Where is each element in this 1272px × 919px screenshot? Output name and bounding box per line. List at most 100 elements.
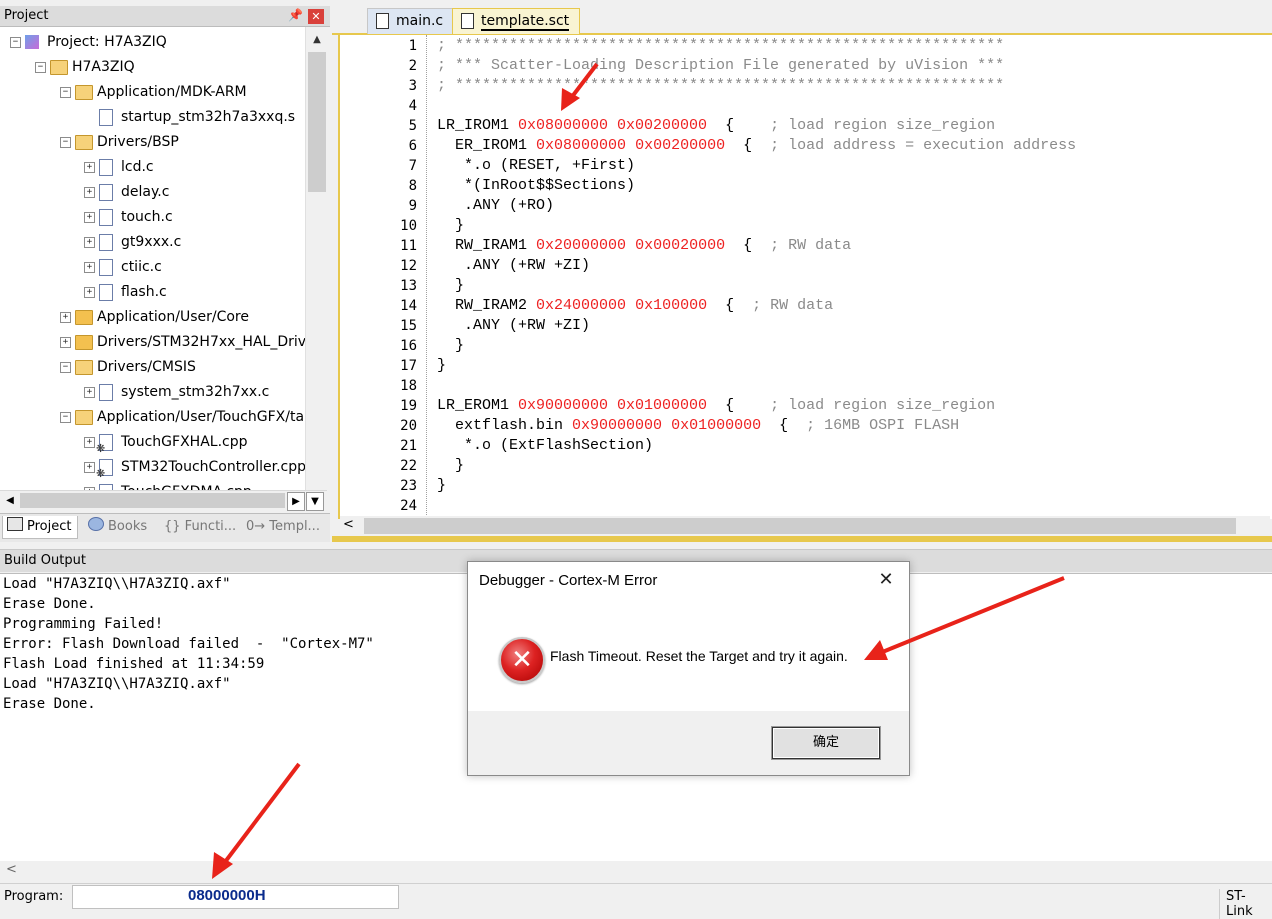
code-token: .ANY (+RO) — [437, 197, 555, 214]
hex-literal: 0x00020000 — [635, 237, 726, 254]
tree-item-label: H7A3ZIQ — [72, 59, 135, 75]
tree-item[interactable]: − Application/User/TouchGFX/ta — [0, 406, 305, 428]
expand-icon[interactable]: + — [60, 312, 71, 323]
line-number: 18 — [400, 378, 417, 394]
tab-books[interactable]: Books — [84, 516, 154, 538]
file-icon — [99, 184, 113, 201]
code-editor[interactable]: 1 2 3 4 5 6 7 8 9 10 11 12 13 14 15 16 17 18 19 20 21 22 23 24 … — [338, 35, 1272, 519]
scroll-down-icon[interactable]: ▼ — [306, 492, 324, 511]
collapse-icon[interactable]: − — [60, 412, 71, 423]
close-icon[interactable]: ✕ — [872, 568, 900, 592]
code-line: *(InRoot$$Sections) — [437, 177, 635, 194]
tree-item[interactable]: startup_stm32h7a3xxq.s — [0, 106, 305, 128]
editor-horizontal-scrollbar[interactable]: < — [340, 516, 1270, 536]
tree-item[interactable]: + system_stm32h7xx.c — [0, 381, 305, 403]
project-tree-vertical-scrollbar[interactable]: ▲ — [305, 27, 328, 490]
expand-icon[interactable]: + — [84, 162, 95, 173]
code-line: .ANY (+RW +ZI) — [437, 317, 590, 334]
code-line: *.o (ExtFlashSection) — [437, 437, 653, 454]
tab-main-c[interactable]: main.c — [367, 8, 455, 34]
folder-icon — [75, 335, 93, 350]
tab-template-sct[interactable]: template.sct — [452, 8, 581, 34]
tree-item[interactable]: + Application/User/Core — [0, 306, 305, 328]
tree-item-label: delay.c — [121, 184, 170, 200]
expand-icon[interactable]: + — [84, 262, 95, 273]
file-icon — [99, 284, 113, 301]
build-output-title: Build Output — [4, 553, 86, 568]
expand-icon[interactable]: + — [60, 337, 71, 348]
close-icon[interactable]: ✕ — [308, 9, 324, 24]
code-token: } — [437, 477, 447, 494]
tree-item-label: STM32TouchController.cpp — [121, 459, 305, 475]
tree-item[interactable]: − H7A3ZIQ — [0, 56, 305, 78]
code-line: ; *** Scatter-Loading Description File g… — [437, 57, 1004, 74]
expand-icon[interactable]: + — [84, 437, 95, 448]
program-label: Program: — [4, 889, 64, 904]
debugger-label: ST-Link — [1219, 889, 1272, 919]
collapse-icon[interactable]: − — [35, 62, 46, 73]
folder-open-icon — [75, 85, 93, 100]
line-number: 11 — [400, 238, 417, 254]
build-output-line: Flash Load finished at 11:34:59 — [3, 656, 265, 672]
project-tree-horizontal-scrollbar[interactable]: ◀ ▶ ▼ — [0, 490, 327, 511]
expand-icon[interactable]: + — [84, 287, 95, 298]
hex-literal: 0x00200000 — [635, 137, 726, 154]
tree-item[interactable]: + TouchGFXHAL.cpp — [0, 431, 305, 460]
tree-item[interactable]: + lcd.c — [0, 156, 305, 178]
tree-item[interactable]: − Application/MDK-ARM — [0, 81, 305, 103]
build-output-horizontal-scrollbar[interactable]: < — [0, 861, 1272, 881]
build-output-line: Erase Done. — [3, 696, 96, 712]
code-comment: ; load region size_region — [770, 117, 996, 134]
collapse-icon[interactable]: − — [60, 137, 71, 148]
expand-icon[interactable]: + — [84, 462, 95, 473]
scroll-right-icon[interactable]: ▶ — [287, 492, 305, 511]
code-comment: ; load region size_region — [770, 397, 996, 414]
code-token: extflash.bin — [437, 417, 573, 434]
tree-item[interactable]: + delay.c — [0, 181, 305, 203]
tree-item[interactable]: + Drivers/STM32H7xx_HAL_Drive — [0, 331, 305, 353]
tree-item[interactable]: + ctiic.c — [0, 256, 305, 278]
scroll-left-icon[interactable]: < — [6, 862, 17, 877]
ok-button[interactable]: 确定 — [772, 727, 880, 759]
tab-project[interactable]: Project — [2, 516, 78, 539]
tree-item[interactable]: + STM32TouchController.cpp — [0, 456, 305, 485]
line-number: 1 — [408, 38, 417, 54]
pin-icon[interactable]: 📌 — [288, 8, 303, 22]
code-line: } — [437, 277, 464, 294]
tree-item[interactable]: +TouchGFXDMA.cpp — [0, 481, 305, 490]
collapse-icon[interactable]: − — [60, 87, 71, 98]
expand-icon[interactable]: + — [84, 237, 95, 248]
tab-functions[interactable]: {} Functi... — [162, 516, 240, 538]
expand-icon[interactable]: + — [84, 187, 95, 198]
scroll-thumb[interactable] — [364, 518, 1236, 534]
tree-item[interactable]: + touch.c — [0, 206, 305, 228]
scroll-up-icon[interactable]: ▲ — [308, 31, 326, 49]
tree-item[interactable]: − Drivers/BSP — [0, 131, 305, 153]
file-icon — [376, 13, 389, 29]
line-number: 3 — [408, 78, 417, 94]
tree-item[interactable]: + flash.c — [0, 281, 305, 303]
tree-item[interactable]: − Project: H7A3ZIQ — [0, 31, 305, 53]
collapse-icon[interactable]: − — [60, 362, 71, 373]
hex-literal: 0x01000000 — [617, 397, 708, 414]
expand-icon[interactable]: + — [84, 212, 95, 223]
expand-icon[interactable]: + — [84, 387, 95, 398]
tree-item[interactable]: + gt9xxx.c — [0, 231, 305, 253]
scroll-thumb[interactable] — [308, 52, 326, 192]
tree-item[interactable]: − Drivers/CMSIS — [0, 356, 305, 378]
scroll-left-icon[interactable]: < — [343, 517, 354, 532]
collapse-icon[interactable]: − — [10, 37, 21, 48]
code-comment: ; **************************************… — [437, 77, 1005, 94]
line-number: 2 — [408, 58, 417, 74]
scroll-thumb[interactable] — [20, 493, 285, 508]
scroll-left-icon[interactable]: ◀ — [2, 492, 18, 509]
tab-templates[interactable]: 0→ Templ... — [244, 516, 326, 538]
code-token: *(InRoot$$Sections) — [437, 177, 636, 194]
tree-item-label: system_stm32h7xx.c — [121, 384, 270, 400]
code-token: { — [761, 417, 807, 434]
tree-item-label: Drivers/STM32H7xx_HAL_Drive — [97, 334, 305, 350]
